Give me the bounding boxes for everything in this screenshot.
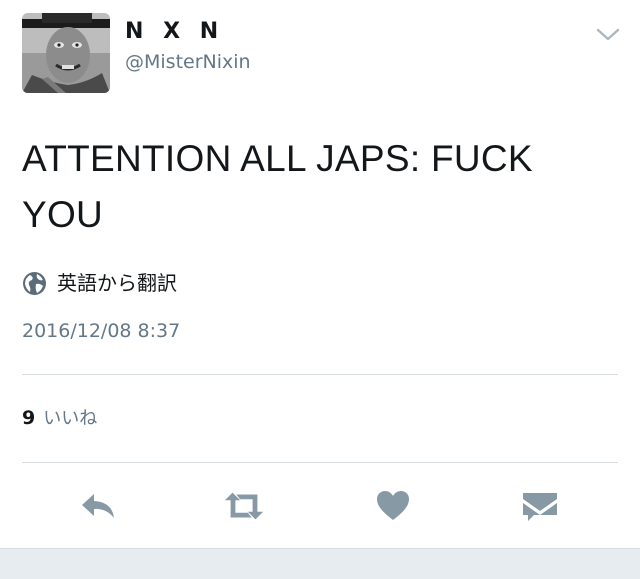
translate-link[interactable]: 英語から翻訳 [22,270,177,296]
tweet-card: N X N @MisterNixin ATTENTION ALL JAPS: F… [0,0,640,548]
tweet-timestamp: 2016/12/08 8:37 [22,320,181,342]
bottom-separator [0,548,640,579]
like-button[interactable] [371,486,415,526]
likes-label: いいね [43,408,98,429]
user-handle[interactable]: @MisterNixin [125,50,251,74]
reply-button[interactable] [76,486,120,526]
likes-stat[interactable]: 9 いいね [22,404,97,430]
avatar-photo [22,13,110,93]
divider [22,374,618,375]
globe-icon [23,271,46,295]
avatar[interactable] [22,13,110,93]
chevron-down-icon[interactable] [595,26,621,44]
translate-label: 英語から翻訳 [57,271,177,295]
envelope-icon [523,493,557,521]
retweet-icon [224,492,264,520]
retweet-button[interactable] [222,486,266,526]
reply-icon [82,494,114,518]
tweet-text: ATTENTION ALL JAPS: FUCK YOU [22,138,533,235]
heart-icon [377,491,409,520]
divider [22,462,618,463]
display-name[interactable]: N X N [125,18,224,46]
likes-count: 9 [22,407,36,429]
direct-message-button[interactable] [518,486,562,526]
